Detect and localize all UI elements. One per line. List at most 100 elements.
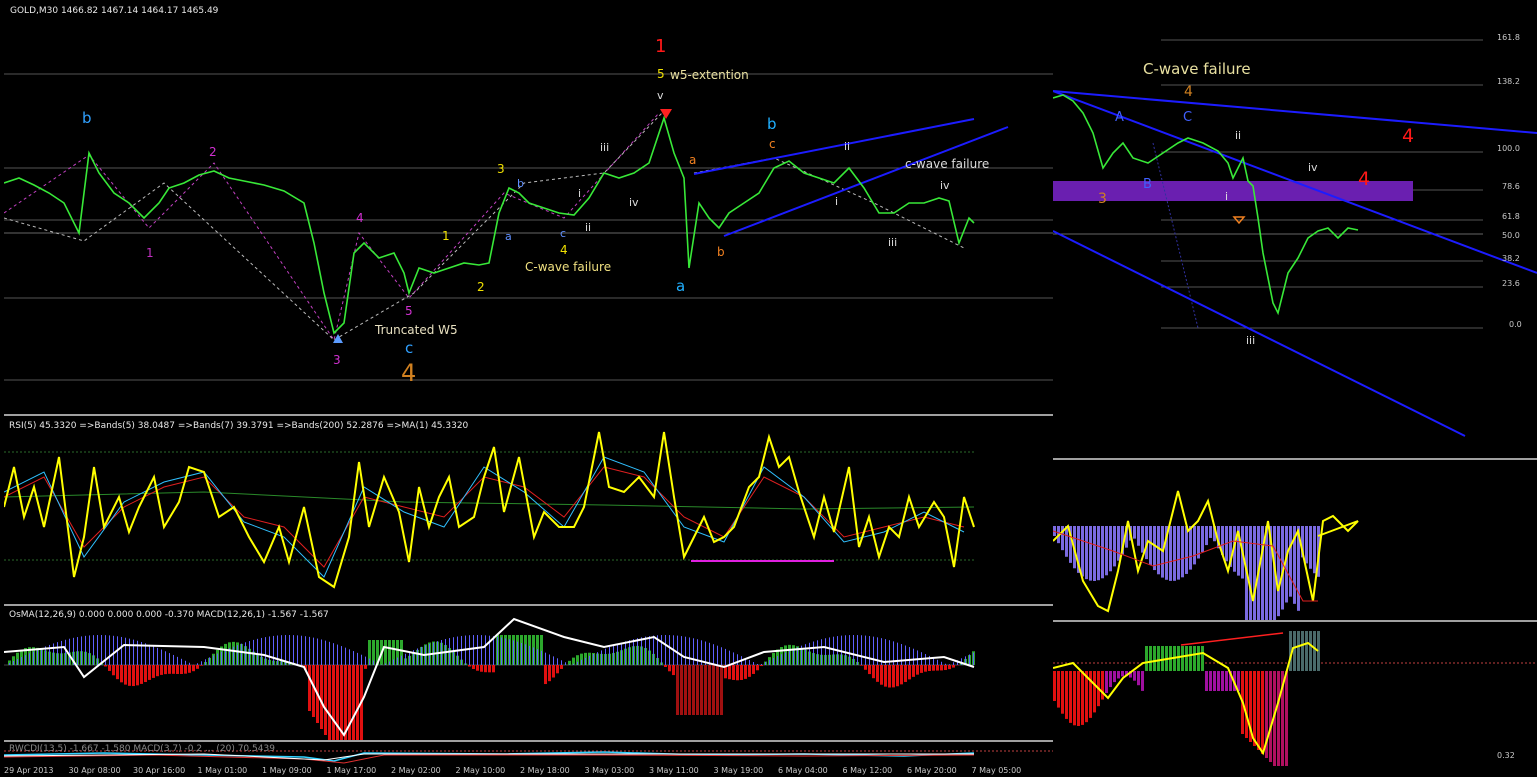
osma-bar — [912, 665, 915, 677]
pane-separator[interactable] — [4, 414, 1053, 416]
osma-signal-bar — [97, 635, 98, 665]
right-macd-bar — [1245, 671, 1248, 738]
rsi-pane[interactable]: RSI(5) 45.3320 =>Bands(5) 38.0487 =>Band… — [4, 417, 1053, 604]
osma-bar — [352, 665, 355, 740]
osma-signal-bar — [213, 655, 214, 665]
osma-signal-bar — [689, 637, 690, 665]
osma-signal-bar — [393, 659, 394, 665]
osma-signal-bar — [661, 635, 662, 665]
osma-signal-bar — [265, 637, 266, 665]
osma-bar — [936, 665, 939, 671]
osma-signal-bar — [609, 647, 610, 665]
osma-bar — [708, 665, 711, 715]
right-macd-bar — [1053, 671, 1056, 701]
pane-separator[interactable] — [1053, 458, 1537, 460]
osma-bar — [384, 640, 387, 665]
right-rsi-bar — [1117, 526, 1120, 561]
pane-separator[interactable] — [4, 604, 1053, 606]
osma-signal-bar — [317, 638, 318, 665]
osma-signal-bar — [573, 663, 574, 665]
osma-signal-bar — [385, 663, 386, 665]
label-c-orange: c — [769, 137, 776, 151]
right-rsi-bar — [1105, 526, 1108, 576]
osma-signal-bar — [569, 664, 570, 665]
osma-signal-bar — [361, 654, 362, 665]
x-axis-tick: 6 May 04:00 — [778, 766, 828, 775]
osma-signal-bar — [181, 658, 182, 665]
osma-signal-bar — [805, 644, 806, 665]
osma-svg — [4, 617, 975, 740]
x-axis-tick: 6 May 20:00 — [907, 766, 957, 775]
right-macd-bar — [1153, 646, 1156, 671]
right-macd-bar — [1201, 646, 1204, 671]
osma-signal-bar — [605, 648, 606, 665]
right-macd-bar — [1253, 671, 1256, 746]
fib-161-8: 161.8 — [1497, 33, 1520, 42]
osma-bar — [944, 665, 947, 671]
right-rsi-bar — [1189, 526, 1192, 570]
osma-pane[interactable]: OsMA(12,26,9) 0.000 0.000 0.000 -0.370 M… — [4, 607, 1053, 740]
osma-signal-bar — [781, 654, 782, 665]
osma-bar — [492, 665, 495, 673]
osma-signal-bar — [405, 653, 406, 665]
label-mag-5: 5 — [405, 304, 413, 318]
label-ii-1: ii — [585, 221, 592, 234]
osma-bar — [876, 665, 879, 682]
x-axis-tick: 30 Apr 16:00 — [133, 766, 186, 775]
osma-signal-bar — [809, 642, 810, 665]
pane-separator[interactable] — [4, 740, 1053, 742]
main-price-pane[interactable]: GOLD,M30 1466.82 1467.14 1464.17 1465.49… — [4, 3, 1053, 414]
osma-bar — [104, 665, 107, 667]
osma-bar — [680, 665, 683, 715]
osma-bar — [196, 665, 199, 669]
osma-bar — [320, 665, 323, 729]
osma-signal-bar — [729, 650, 730, 665]
osma-bar — [748, 665, 751, 677]
right-macd-bar — [1185, 646, 1188, 671]
osma-signal-bar — [593, 654, 594, 665]
right-rsi-bar — [1205, 526, 1208, 546]
osma-signal-bar — [941, 661, 942, 665]
osma-signal-bar — [305, 636, 306, 665]
right-rsi-bar — [1085, 526, 1088, 580]
osma-signal-bar — [909, 647, 910, 665]
osma-bar — [704, 665, 707, 715]
osma-bar — [900, 665, 903, 685]
right-rsi-pane[interactable] — [1053, 461, 1537, 620]
osma-bar — [156, 665, 159, 677]
right-rsi-bar — [1193, 526, 1196, 565]
osma-signal-bar — [209, 657, 210, 665]
osma-bar — [676, 665, 679, 715]
osma-signal-bar — [589, 655, 590, 665]
right-macd-pane[interactable]: 0.32 — [1053, 623, 1537, 766]
osma-signal-bar — [129, 638, 130, 665]
osma-signal-bar — [341, 646, 342, 665]
osma-signal-bar — [197, 663, 198, 665]
right-rsi-bar — [1097, 526, 1100, 581]
osma-signal-bar — [25, 655, 26, 665]
fib-38-2: 38.2 — [1502, 254, 1520, 263]
fib-50: 50.0 — [1502, 231, 1520, 240]
right-macd-bar — [1285, 671, 1288, 766]
osma-signal-bar — [101, 635, 102, 665]
osma-signal-bar — [153, 646, 154, 665]
x-axis-tick: 6 May 12:00 — [842, 766, 893, 775]
osma-signal-bar — [133, 639, 134, 665]
osma-signal-bar — [161, 649, 162, 665]
right-macd-bar — [1157, 646, 1160, 671]
inset-label-4-red-top: 4 — [1402, 125, 1415, 147]
pane-separator[interactable] — [1053, 620, 1537, 622]
bottom-indicator-pane[interactable]: RWCDI(13,5) -1.667 -1.580 MACD(3,7) -0.2… — [4, 743, 1053, 766]
osma-signal-bar — [501, 637, 502, 665]
osma-signal-bar — [725, 648, 726, 665]
label-a-cyan: a — [676, 277, 686, 295]
osma-signal-bar — [937, 659, 938, 665]
right-inset-pane[interactable]: C-wave failure 4 A C B 3 ii i iv iii 4 4… — [1053, 3, 1537, 458]
right-macd-bar — [1205, 671, 1208, 691]
osma-bar — [160, 665, 163, 675]
fib-61-8: 61.8 — [1502, 212, 1520, 221]
osma-signal-bar — [833, 636, 834, 665]
osma-signal-bar — [641, 637, 642, 665]
osma-signal-bar — [509, 639, 510, 665]
osma-signal-bar — [325, 640, 326, 665]
